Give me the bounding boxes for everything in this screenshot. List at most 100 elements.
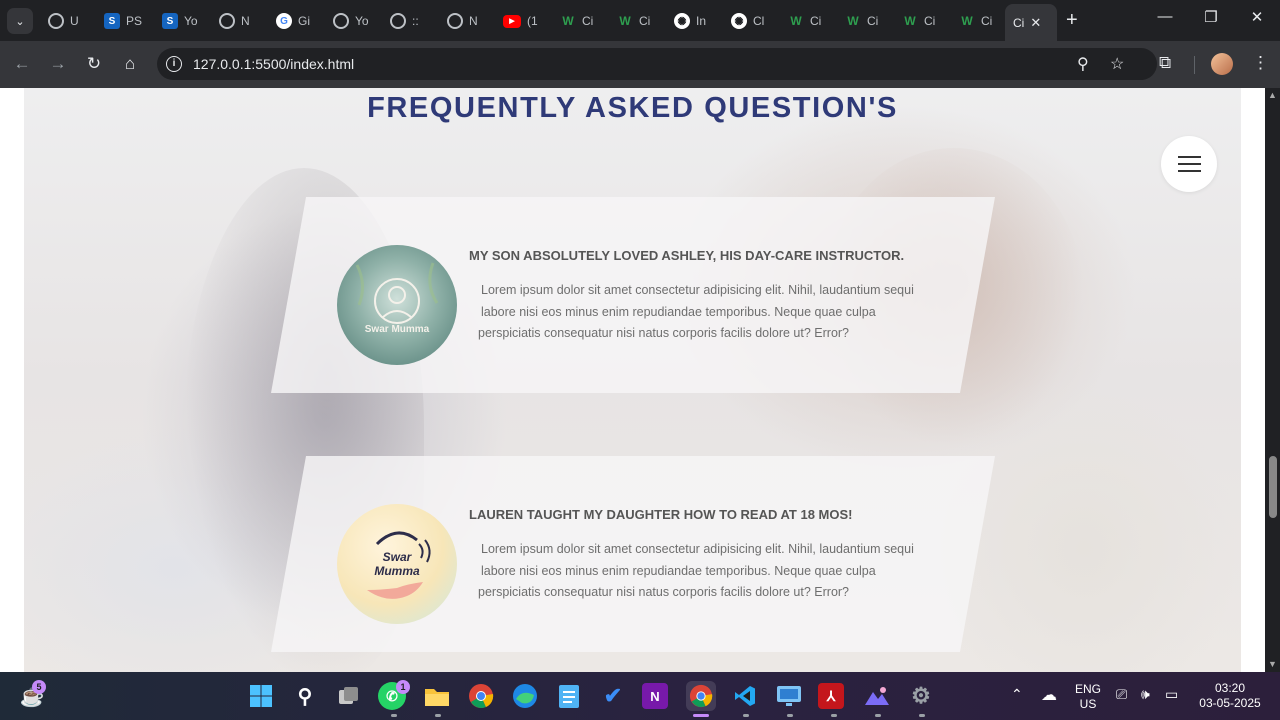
onedrive-cloud-icon[interactable]: ☁ (1041, 685, 1057, 705)
tab-title: Ci (639, 14, 651, 28)
baby-silhouette-icon (355, 262, 439, 324)
scroll-thumb[interactable] (1269, 456, 1277, 518)
site-info-icon[interactable]: i (166, 56, 182, 72)
tab[interactable]: W Ci (845, 8, 885, 34)
remote-desktop-icon[interactable] (774, 681, 804, 711)
tab[interactable]: W Ci (959, 8, 999, 34)
globe-icon (333, 13, 349, 29)
address-bar[interactable]: i 127.0.0.1:5500/index.html ⚲ ☆ (157, 48, 1157, 80)
volume-icon[interactable]: 🕪 (1141, 686, 1150, 703)
scroll-down-icon[interactable]: ▼ (1268, 659, 1277, 669)
tab-title: N (241, 14, 250, 28)
running-indicator (391, 714, 397, 717)
tab-title: PS (126, 14, 143, 28)
tab-title: Ci (981, 14, 993, 28)
s-logo-icon: S (104, 13, 120, 29)
vscode-icon[interactable] (730, 681, 760, 711)
back-icon[interactable]: ← (10, 53, 34, 75)
onenote-icon[interactable]: N (642, 683, 668, 709)
tab-title: Ci (582, 14, 594, 28)
openai-icon: ✺ (731, 13, 747, 29)
tab-title: Ci (867, 14, 879, 28)
language-indicator[interactable]: ENG US (1071, 682, 1105, 712)
acrobat-icon[interactable]: ⅄ (818, 683, 844, 709)
tab-active[interactable]: Ci ✕ (1005, 4, 1057, 41)
tab[interactable]: W Ci (560, 8, 600, 34)
chevron-up-icon[interactable]: ⌃ (1011, 686, 1023, 703)
restore-icon[interactable]: ❐ (1196, 8, 1226, 26)
edge-icon[interactable] (510, 681, 540, 711)
close-window-icon[interactable]: ✕ (1242, 8, 1272, 26)
settings-gear-icon[interactable]: ⚙ (906, 681, 936, 711)
bookmark-star-icon[interactable]: ☆ (1110, 54, 1124, 74)
tab[interactable]: ✺ In (674, 8, 714, 34)
swar-mumma-logo-avatar: Swar Mumma (337, 504, 457, 624)
whatsapp-badge: 1 (396, 680, 410, 694)
close-icon[interactable]: ✕ (1030, 15, 1041, 31)
more-menu-icon[interactable]: ⋮ (1252, 53, 1269, 73)
answer-line: perspiciatis consequatur nisi natus corp… (478, 585, 850, 599)
photos-icon[interactable] (862, 681, 892, 711)
faq-question: LAUREN TAUGHT MY DAUGHTER HOW TO READ AT… (469, 507, 853, 522)
hamburger-menu-button[interactable] (1161, 136, 1217, 192)
notification-badge: 5 (32, 680, 46, 694)
running-indicator (875, 714, 881, 717)
tab-title: Gi (298, 14, 310, 28)
file-explorer-icon[interactable] (422, 681, 452, 711)
url-text[interactable]: 127.0.0.1:5500/index.html (193, 56, 354, 72)
scroll-up-icon[interactable]: ▲ (1268, 90, 1277, 100)
faq-answer: Lorem ipsum dolor sit amet consectetur a… (478, 280, 931, 345)
chrome-active-icon[interactable] (686, 681, 716, 711)
wix-icon: W (904, 14, 916, 28)
faq-answer: Lorem ipsum dolor sit amet consectetur a… (478, 539, 931, 604)
faq-section: FREQUENTLY ASKED QUESTION'S Swar Mumma M… (24, 88, 1241, 672)
tab[interactable]: ▶ (1 (503, 8, 543, 34)
new-tab-button[interactable]: + (1066, 9, 1078, 31)
tab[interactable]: S Yo (162, 8, 202, 34)
extensions-icon[interactable]: ⧉ (1159, 53, 1171, 73)
faq-card: Swar Mumma MY SON ABSOLUTELY LOVED ASHLE… (271, 197, 995, 393)
running-indicator (435, 714, 441, 717)
forward-icon[interactable]: → (46, 53, 70, 75)
clock[interactable]: 03:20 03-05-2025 (1196, 681, 1264, 711)
tab[interactable]: U (48, 8, 88, 34)
minimize-icon[interactable]: — (1150, 8, 1180, 25)
globe-icon (390, 13, 406, 29)
tab[interactable]: S PS (104, 8, 144, 34)
tab[interactable]: W Ci (902, 8, 942, 34)
chrome-icon[interactable] (466, 681, 496, 711)
tab[interactable]: Yo (333, 8, 373, 34)
tab-title: In (696, 14, 707, 28)
swar-mumma-logo-avatar: Swar Mumma (337, 245, 457, 365)
home-icon[interactable]: ⌂ (118, 53, 142, 75)
s-logo-icon: S (162, 13, 178, 29)
tab-title: Ci (924, 14, 936, 28)
tab-title: Ci (1013, 15, 1025, 30)
task-view-icon[interactable] (334, 681, 364, 711)
running-indicator (919, 714, 925, 717)
search-icon[interactable]: ⚲ (290, 681, 320, 711)
tab[interactable]: N (447, 8, 487, 34)
tab-title: Yo (184, 14, 198, 28)
network-icon[interactable]: ⎚ (1116, 686, 1127, 703)
tab[interactable]: W Ci (788, 8, 828, 34)
tab-search-button[interactable]: ⌄ (7, 8, 33, 34)
chrome-icon (447, 13, 463, 29)
profile-avatar[interactable] (1211, 53, 1233, 75)
tab[interactable]: N (219, 8, 259, 34)
tab[interactable]: W Ci (617, 8, 657, 34)
battery-icon[interactable]: ▭ (1165, 686, 1178, 703)
page-scrollbar[interactable]: ▲ ▼ (1265, 88, 1280, 672)
openai-icon: ✺ (674, 13, 690, 29)
windows-start-icon[interactable] (246, 681, 276, 711)
notepad-icon[interactable] (554, 681, 584, 711)
language-line: ENG (1074, 682, 1101, 696)
tab[interactable]: G Gi (276, 8, 316, 34)
web-viewport: FREQUENTLY ASKED QUESTION'S Swar Mumma M… (0, 88, 1280, 672)
todo-icon[interactable]: ✔ (598, 681, 628, 711)
reload-icon[interactable]: ↻ (82, 53, 106, 75)
tab[interactable]: :: (390, 8, 430, 34)
tab-title: Yo (355, 14, 369, 28)
tab[interactable]: ✺ Cl (731, 8, 771, 34)
zoom-icon[interactable]: ⚲ (1077, 54, 1089, 74)
